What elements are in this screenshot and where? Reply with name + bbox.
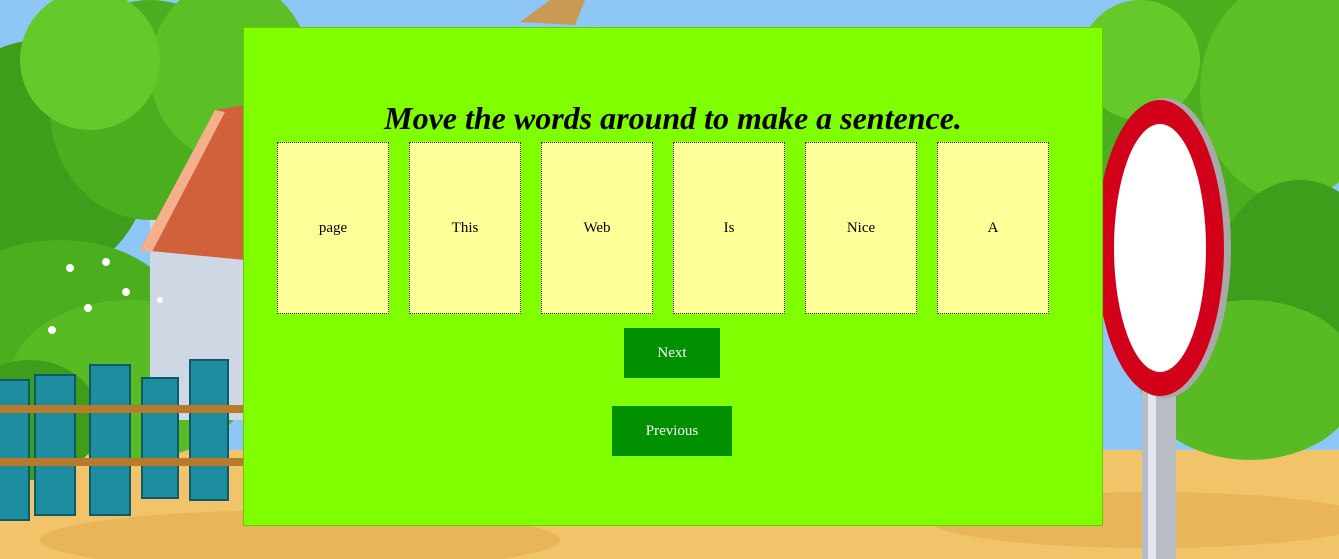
instruction-title: Move the words around to make a sentence… [384,100,962,136]
word-card[interactable]: page [277,142,389,314]
word-card[interactable]: Is [673,142,785,314]
previous-button[interactable]: Previous [612,406,732,456]
word-card[interactable]: Web [541,142,653,314]
word-cards-area: page This Web Is Nice A [277,142,1057,314]
next-button[interactable]: Next [624,328,720,378]
word-card[interactable]: A [937,142,1049,314]
word-card[interactable]: Nice [805,142,917,314]
fence [0,359,245,521]
word-card[interactable]: This [409,142,521,314]
